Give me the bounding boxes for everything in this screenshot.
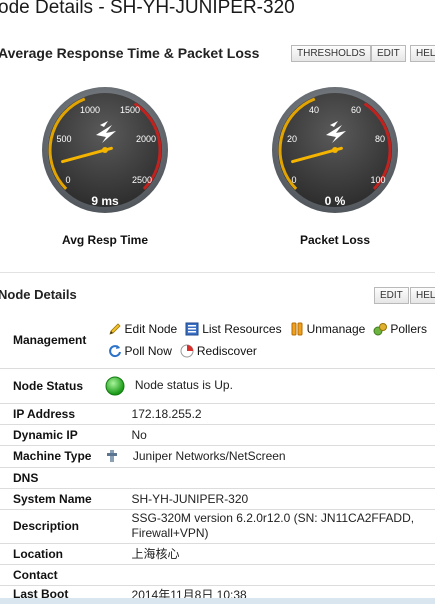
machine-type-value: Juniper Networks/NetScreen (132, 448, 286, 463)
gauge-tick-label: 40 (309, 105, 319, 115)
table-row: Description SSG-320M version 6.2.0r12.0 … (0, 509, 435, 544)
node-panel-title: Node Details (0, 287, 77, 302)
table-row: IP Address 172.18.255.2 (0, 403, 435, 425)
gauge-tick-label: 500 (56, 134, 71, 144)
table-row: DNS (0, 467, 435, 489)
description-label: Description (0, 509, 101, 544)
gauge-tick-label: 2000 (136, 134, 156, 144)
gauge-tick-label: 2500 (132, 175, 152, 185)
node-status-label: Node Status (0, 368, 101, 404)
status-up-icon (105, 376, 125, 396)
system-name-label: System Name (0, 488, 101, 510)
table-row: Management Edit Node List Resources Unma… (0, 312, 435, 369)
system-name-value: SH-YH-JUNIPER-320 (100, 488, 435, 510)
dynamic-ip-label: Dynamic IP (0, 424, 101, 446)
page-title: ode Details - SH-YH-JUNIPER-320 (0, 0, 295, 18)
list-resources-label: List Resources (202, 321, 282, 336)
rediscover-label: Rediscover (196, 343, 257, 358)
contact-value (100, 564, 435, 586)
dns-value (100, 467, 435, 489)
gauge-reading: 9 ms (91, 194, 119, 208)
node-help-button[interactable]: HEL (410, 287, 435, 304)
refresh-icon (108, 344, 121, 357)
packet-loss-gauge: 0 20 40 60 80 100 0 % (272, 87, 398, 213)
dns-label: DNS (0, 467, 101, 489)
gauge-tick-label: 0 (65, 175, 70, 185)
juniper-icon (106, 450, 117, 463)
table-row: Node Status Node status is Up. (0, 368, 435, 404)
location-value: 上海核心 (100, 543, 435, 565)
pause-icon (291, 322, 303, 336)
gauge-reading: 0 % (325, 194, 346, 208)
ip-address-value: 172.18.255.2 (100, 403, 435, 425)
gauge-tick-label: 80 (375, 134, 385, 144)
description-value: SSG-320M version 6.2.0r12.0 (SN: JN11CA2… (100, 509, 435, 544)
edit-node-link[interactable]: Edit Node (108, 321, 178, 336)
poll-now-label: Poll Now (124, 343, 172, 358)
management-label: Management (0, 312, 101, 369)
node-edit-button[interactable]: EDIT (374, 287, 409, 304)
poll-now-link[interactable]: Poll Now (108, 344, 172, 358)
pollers-link[interactable]: Pollers (373, 322, 427, 336)
gauge-tick-label: 1500 (120, 105, 140, 115)
location-label: Location (0, 543, 101, 565)
unmanage-link[interactable]: Unmanage (290, 321, 366, 336)
node-status-value: Node status is Up. (134, 377, 233, 392)
rediscover-link[interactable]: Rediscover (180, 344, 257, 358)
gauge-tick-label: 60 (351, 105, 361, 115)
panel-divider (0, 272, 435, 273)
dynamic-ip-value: No (100, 424, 435, 446)
response-edit-button[interactable]: EDIT (371, 45, 406, 62)
response-panel-title: Average Response Time & Packet Loss (0, 45, 260, 61)
gauge-tick-label: 20 (287, 134, 297, 144)
pollers-label: Pollers (390, 321, 427, 336)
gauge-tick-label: 100 (370, 175, 385, 185)
pollers-icon (373, 322, 388, 336)
thresholds-button[interactable]: THRESHOLDS (291, 45, 372, 62)
pencil-icon (108, 323, 121, 335)
node-details-table: Management Edit Node List Resources Unma… (0, 312, 435, 603)
horizontal-scrollbar[interactable] (0, 598, 435, 604)
table-row: System Name SH-YH-JUNIPER-320 (0, 488, 435, 510)
rediscover-icon (180, 344, 194, 358)
avg-response-gauge: 0 500 1000 1500 2000 2500 9 ms (42, 87, 168, 213)
response-help-button[interactable]: HEL (410, 45, 435, 62)
packet-loss-caption: Packet Loss (299, 233, 371, 247)
list-icon (185, 322, 199, 336)
ip-address-label: IP Address (0, 403, 101, 425)
list-resources-link[interactable]: List Resources (185, 321, 282, 336)
gauge-tick-label: 1000 (80, 105, 100, 115)
table-row: Contact (0, 564, 435, 586)
machine-type-label: Machine Type (0, 445, 101, 468)
contact-label: Contact (0, 564, 101, 586)
table-row: Machine Type Juniper Networks/NetScreen (0, 445, 435, 468)
table-row: Location 上海核心 (0, 543, 435, 565)
avg-response-caption: Avg Resp Time (61, 233, 149, 247)
table-row: Dynamic IP No (0, 424, 435, 446)
unmanage-label: Unmanage (306, 321, 366, 336)
gauge-tick-label: 0 (291, 175, 296, 185)
edit-node-label: Edit Node (124, 321, 178, 336)
